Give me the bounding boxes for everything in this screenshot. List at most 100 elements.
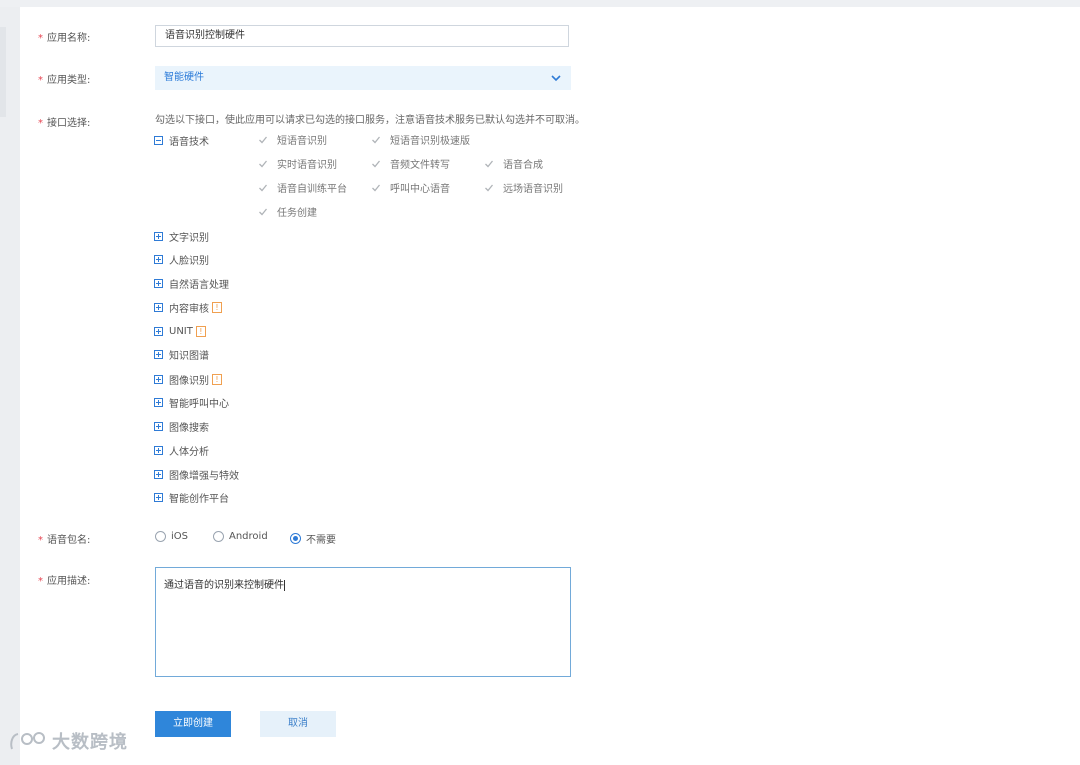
checkmark-icon	[259, 136, 268, 143]
group-label: 文字识别	[169, 232, 209, 244]
group-label: 自然语言处理	[169, 279, 229, 291]
expand-icon[interactable]	[154, 326, 163, 336]
group-item[interactable]: 人脸识别	[154, 252, 209, 267]
create-button[interactable]: 立即创建	[155, 711, 231, 737]
group-label: 智能呼叫中心	[169, 398, 229, 410]
api-checkbox[interactable]: 短语音识别极速版	[371, 132, 470, 147]
required-mark: *	[38, 576, 43, 587]
group-label: UNIT	[169, 325, 193, 337]
api-checkbox-label: 短语音识别	[277, 136, 327, 147]
cancel-button[interactable]: 取消	[260, 711, 336, 737]
group-item[interactable]: 自然语言处理	[154, 276, 229, 291]
required-mark: *	[38, 75, 43, 86]
group-label: 图像搜索	[169, 422, 209, 434]
app-type-label: * 应用类型:	[38, 71, 90, 86]
app-type-label-text: 应用类型:	[47, 75, 91, 86]
group-label: 人体分析	[169, 446, 209, 458]
group-item[interactable]: 图像搜索	[154, 419, 209, 434]
radio-android[interactable]: Android	[213, 531, 268, 542]
chevron-down-icon	[551, 75, 561, 82]
group-label: 内容审核	[169, 303, 209, 315]
api-checkbox-label: 远场语音识别	[503, 184, 563, 195]
group-item[interactable]: 智能创作平台	[154, 490, 229, 505]
api-select-label-text: 接口选择:	[47, 118, 91, 129]
group-item[interactable]: 内容审核!	[154, 300, 222, 315]
api-checkbox[interactable]: 短语音识别	[258, 132, 327, 147]
api-hint: 勾选以下接口，使此应用可以请求已勾选的接口服务，注意语音技术服务已默认勾选并不可…	[155, 115, 585, 126]
group-label: 图像识别	[169, 375, 209, 387]
group-item[interactable]: 智能呼叫中心	[154, 395, 229, 410]
package-label-text: 语音包名:	[47, 535, 91, 546]
description-textarea[interactable]: 通过语音的识别来控制硬件	[155, 567, 571, 677]
warning-badge-icon[interactable]: !	[212, 373, 222, 385]
expand-icon[interactable]	[154, 492, 163, 502]
description-label-text: 应用描述:	[47, 576, 91, 587]
api-checkbox-label: 短语音识别极速版	[390, 136, 470, 147]
app-name-label: * 应用名称:	[38, 29, 90, 44]
group-label: 人脸识别	[169, 255, 209, 267]
top-bar	[0, 0, 1080, 7]
app-name-value: 语音识别控制硬件	[165, 30, 245, 41]
radio-selected-icon[interactable]	[290, 533, 301, 544]
api-checkbox[interactable]: 音频文件转写	[371, 156, 450, 171]
api-checkbox[interactable]: 语音合成	[484, 156, 543, 171]
api-checkbox-label: 任务创建	[277, 208, 317, 219]
api-checkbox-label: 呼叫中心语音	[390, 184, 450, 195]
group-label: 语音技术	[169, 136, 209, 148]
required-mark: *	[38, 535, 43, 546]
group-voice-tech[interactable]: 语音技术	[154, 133, 209, 148]
checkmark-icon	[485, 160, 494, 167]
description-label: * 应用描述:	[38, 572, 90, 587]
expand-icon[interactable]	[154, 374, 163, 384]
group-item[interactable]: 图像增强与特效	[154, 467, 239, 482]
sidebar-strip	[0, 27, 6, 117]
api-checkbox[interactable]: 远场语音识别	[484, 180, 563, 195]
radio-circle-icon[interactable]	[213, 531, 224, 542]
left-sidebar	[0, 7, 20, 765]
radio-not-needed[interactable]: 不需要	[290, 531, 336, 546]
api-select-label: * 接口选择:	[38, 114, 90, 129]
api-checkbox[interactable]: 呼叫中心语音	[371, 180, 450, 195]
app-name-input[interactable]: 语音识别控制硬件	[155, 25, 569, 47]
group-item[interactable]: 人体分析	[154, 443, 209, 458]
description-value: 通过语音的识别来控制硬件	[164, 580, 284, 591]
checkmark-icon	[259, 208, 268, 215]
text-caret	[284, 579, 285, 591]
api-checkbox-label: 语音自训练平台	[277, 184, 347, 195]
group-item[interactable]: 知识图谱	[154, 347, 209, 362]
checkmark-icon	[372, 160, 381, 167]
group-label: 图像增强与特效	[169, 470, 239, 482]
package-label: * 语音包名:	[38, 531, 90, 546]
expand-icon[interactable]	[154, 349, 163, 359]
api-checkbox-label: 实时语音识别	[277, 160, 337, 171]
app-type-select[interactable]: 智能硬件	[155, 66, 571, 90]
expand-icon[interactable]	[154, 469, 163, 479]
watermark: 大数跨境	[8, 728, 128, 754]
expand-icon[interactable]	[154, 231, 163, 241]
group-item[interactable]: UNIT!	[154, 324, 206, 338]
expand-icon[interactable]	[154, 397, 163, 407]
radio-circle-icon[interactable]	[155, 531, 166, 542]
warning-badge-icon[interactable]: !	[212, 301, 222, 313]
api-checkbox[interactable]: 实时语音识别	[258, 156, 337, 171]
checkmark-icon	[259, 184, 268, 191]
checkmark-icon	[372, 136, 381, 143]
radio-ios[interactable]: iOS	[155, 531, 188, 542]
required-mark: *	[38, 118, 43, 129]
group-item[interactable]: 文字识别	[154, 229, 209, 244]
warning-badge-icon[interactable]: !	[195, 325, 206, 337]
expand-icon[interactable]	[154, 302, 163, 312]
expand-icon[interactable]	[154, 254, 163, 264]
expand-icon[interactable]	[154, 421, 163, 431]
group-item[interactable]: 图像识别!	[154, 372, 222, 387]
api-checkbox[interactable]: 任务创建	[258, 204, 317, 219]
expand-icon[interactable]	[154, 445, 163, 455]
radio-label: 不需要	[306, 535, 336, 546]
group-label: 智能创作平台	[169, 493, 229, 505]
api-checkbox[interactable]: 语音自训练平台	[258, 180, 347, 195]
collapse-icon[interactable]	[154, 135, 163, 145]
watermark-logo-icon	[10, 732, 45, 750]
expand-icon[interactable]	[154, 278, 163, 288]
app-name-label-text: 应用名称:	[47, 33, 91, 44]
app-type-value: 智能硬件	[164, 72, 204, 83]
